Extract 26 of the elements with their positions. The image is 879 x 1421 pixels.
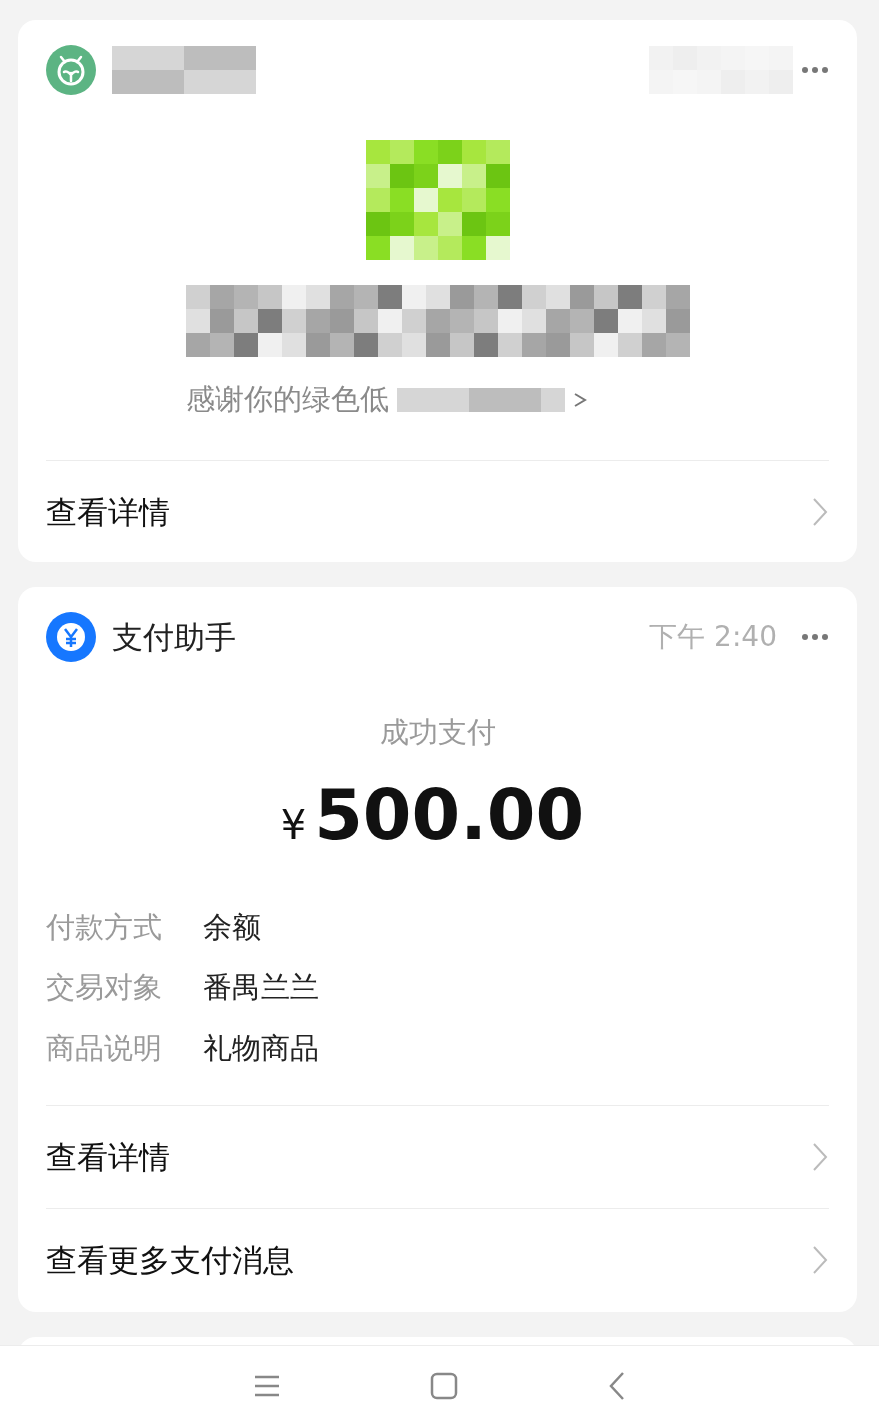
chevron-icon <box>811 496 829 528</box>
view-link-row[interactable]: 查看更多支付消息 <box>46 1208 829 1311</box>
view-link-row[interactable]: 查看详情 <box>46 1105 829 1208</box>
sender-name: 支付助手 <box>112 617 236 657</box>
chevron-icon <box>573 391 587 408</box>
detail-value: 番禺兰兰 <box>203 969 319 1006</box>
detail-label: 付款方式 <box>46 908 163 946</box>
home-icon[interactable] <box>429 1371 458 1400</box>
amount-text: 500.00 <box>314 772 585 858</box>
view-link-row[interactable]: 查看详情 <box>46 460 829 563</box>
detail-value: 余额 <box>203 908 261 946</box>
sprout-avatar-icon <box>46 45 96 95</box>
more-icon[interactable] <box>801 66 829 74</box>
chevron-icon <box>811 1141 829 1173</box>
yen-icon <box>46 612 96 662</box>
detail-value: 礼物商品 <box>203 1029 319 1067</box>
menu-icon[interactable] <box>253 1373 280 1398</box>
message-text: 感谢你的绿色低 <box>186 380 389 418</box>
time-text: 下午 2:40 <box>649 619 777 655</box>
detail-label: 商品说明 <box>46 1029 163 1067</box>
status-text: 成功支付 <box>379 715 496 749</box>
back-icon[interactable] <box>607 1370 626 1401</box>
more-icon[interactable] <box>801 633 829 641</box>
detail-label: 交易对象 <box>46 969 163 1006</box>
currency-symbol: ¥ <box>280 800 307 850</box>
chevron-icon <box>811 1244 829 1276</box>
